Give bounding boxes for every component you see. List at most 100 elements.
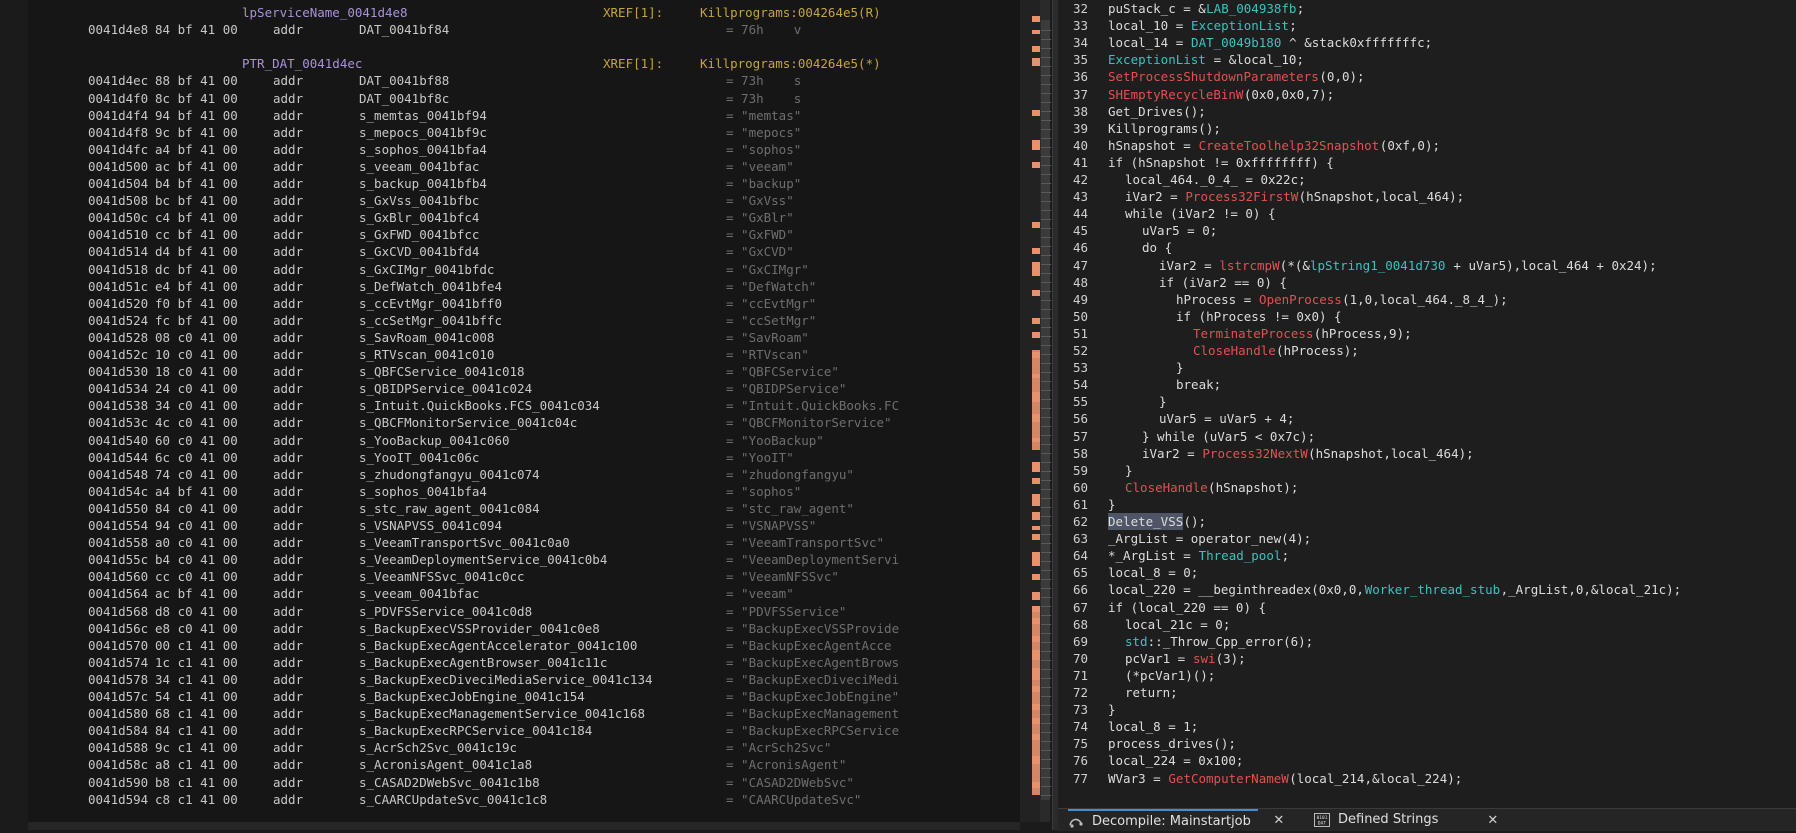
function-call[interactable]: Process32NextW <box>1202 445 1307 462</box>
symbol-ref[interactable]: std <box>1125 633 1148 650</box>
operand-cell[interactable]: s_BackupExecVSSProvider_0041c0e8 <box>359 620 600 637</box>
code-line[interactable]: 36 SetProcessShutdownParameters (0,0); <box>1058 68 1796 85</box>
code-line[interactable]: 40 hSnapshot = CreateToolhelp32Snapshot (0… <box>1058 137 1796 154</box>
code-line[interactable]: 72 return; <box>1058 684 1796 701</box>
operand-cell[interactable]: s_BackupExecManagementService_0041c168 <box>359 705 645 722</box>
operand-cell[interactable]: s_BackupExecDiveciMediaService_0041c134 <box>359 671 653 688</box>
operand-cell[interactable]: s_stc_raw_agent_0041c084 <box>359 500 540 517</box>
symbol-ref[interactable]: Worker_thread_stub <box>1365 581 1500 598</box>
listing-horizontal-scrollbar[interactable] <box>28 822 1020 830</box>
code-line[interactable]: 61} <box>1058 496 1796 513</box>
code-line[interactable]: 57} while (uVar5 < 0x7c); <box>1058 428 1796 445</box>
operand-cell[interactable]: s_sophos_0041bfa4 <box>359 141 487 158</box>
operand-cell[interactable]: s_backup_0041bfb4 <box>359 175 487 192</box>
code-line[interactable]: 54 break; <box>1058 376 1796 393</box>
code-line[interactable]: 32 puStack_c = & LAB_004938fb; <box>1058 0 1796 17</box>
operand-cell[interactable]: s_ccEvtMgr_0041bff0 <box>359 295 502 312</box>
code-line[interactable]: 51 TerminateProcess (hProcess,9); <box>1058 325 1796 342</box>
operand-cell[interactable]: s_GxCIMgr_0041bfdc <box>359 261 494 278</box>
operand-cell[interactable]: s_CASAD2DWebSvc_0041c1b8 <box>359 774 540 791</box>
operand-cell[interactable]: s_YooIT_0041c06c <box>359 449 479 466</box>
operand-cell[interactable]: s_BackupExecRPCService_0041c184 <box>359 722 592 739</box>
function-call[interactable]: GetComputerNameW <box>1168 770 1288 787</box>
code-line[interactable]: 64 *_ArgList = Thread_pool; <box>1058 547 1796 564</box>
code-line[interactable]: 39 Killprograms(); <box>1058 120 1796 137</box>
xref-target[interactable]: Killprograms:004264e5(R) <box>700 4 881 21</box>
function-call[interactable]: TerminateProcess <box>1193 325 1313 342</box>
symbol-ref[interactable]: ExceptionList <box>1191 17 1289 34</box>
operand-cell[interactable]: s_Intuit.QuickBooks.FCS_0041c034 <box>359 397 600 414</box>
code-line[interactable]: 69 std::_Throw_Cpp_error(6); <box>1058 633 1796 650</box>
listing-view[interactable]: lpServiceName_0041d4e8 XREF[1]: Killprogra… <box>28 0 1020 822</box>
code-line[interactable]: 68 local_21c = 0; <box>1058 616 1796 633</box>
xref-label[interactable]: XREF[1]: <box>603 55 663 72</box>
symbol-ref[interactable]: LAB_004938fb <box>1206 0 1296 17</box>
code-line[interactable]: 44 while (iVar2 != 0) { <box>1058 205 1796 222</box>
code-line[interactable]: 46 do { <box>1058 239 1796 256</box>
code-line[interactable]: 48 if (iVar2 == 0) { <box>1058 274 1796 291</box>
code-line[interactable]: 53} <box>1058 359 1796 376</box>
operand-cell[interactable]: s_QBIDPService_0041c024 <box>359 380 532 397</box>
decompile-view[interactable]: 32 puStack_c = & LAB_004938fb; 33 local_10 =… <box>1058 0 1796 830</box>
code-line[interactable]: 60 CloseHandle (hSnapshot); <box>1058 479 1796 496</box>
label-name[interactable]: lpServiceName_0041d4e8 <box>242 4 408 21</box>
operand-cell[interactable]: s_mepocs_0041bf9c <box>359 124 487 141</box>
code-line[interactable]: 33 local_10 = ExceptionList; <box>1058 17 1796 34</box>
operand-cell[interactable]: s_AcronisAgent_0041c1a8 <box>359 756 532 773</box>
operand-cell[interactable]: DAT_0041bf88 <box>359 72 449 89</box>
code-line[interactable]: 58 iVar2 = Process32NextW (hSnapshot,local… <box>1058 445 1796 462</box>
operand-cell[interactable]: s_QBFCService_0041c018 <box>359 363 525 380</box>
code-line[interactable]: 59} <box>1058 462 1796 479</box>
code-line[interactable]: 42 local_464._0_4_ = 0x22c; <box>1058 171 1796 188</box>
operand-cell[interactable]: s_BackupExecAgentAccelerator_0041c100 <box>359 637 637 654</box>
function-call[interactable]: CloseHandle <box>1125 479 1208 496</box>
code-line[interactable]: 37 SHEmptyRecycleBinW (0x0,0x0,7); <box>1058 86 1796 103</box>
operand-cell[interactable]: s_veeam_0041bfac <box>359 585 479 602</box>
operand-cell[interactable]: s_ccSetMgr_0041bffc <box>359 312 502 329</box>
code-line[interactable]: 62 Delete_VSS (); <box>1058 513 1796 530</box>
symbol-ref[interactable]: DAT_0049b180 <box>1191 34 1281 51</box>
code-line[interactable]: 70 pcVar1 = swi (3); <box>1058 650 1796 667</box>
function-call[interactable]: Process32FirstW <box>1185 188 1298 205</box>
operand-cell[interactable]: s_RTVscan_0041c010 <box>359 346 494 363</box>
operand-cell[interactable]: s_AcrSch2Svc_0041c19c <box>359 739 517 756</box>
code-line[interactable]: 74 local_8 = 1; <box>1058 718 1796 735</box>
operand-cell[interactable]: s_memtas_0041bf94 <box>359 107 487 124</box>
tab-decompile[interactable]: Decompile: Mainstartjob <box>1068 809 1258 833</box>
operand-cell[interactable]: s_CAARCUpdateSvc_0041c1c8 <box>359 791 547 808</box>
operand-cell[interactable]: s_QBCFMonitorService_0041c04c <box>359 414 577 431</box>
operand-cell[interactable]: s_GxBlr_0041bfc4 <box>359 209 479 226</box>
function-call[interactable]: SHEmptyRecycleBinW <box>1108 86 1243 103</box>
function-call[interactable]: OpenProcess <box>1259 291 1342 308</box>
operand-cell[interactable]: DAT_0041bf84 <box>359 21 449 38</box>
code-line[interactable]: 38 Get_Drives(); <box>1058 103 1796 120</box>
code-line[interactable]: 49 hProcess = OpenProcess (1,0,local_464._… <box>1058 291 1796 308</box>
listing-scroll-thumb[interactable] <box>1041 20 1050 800</box>
xref-target[interactable]: Killprograms:004264e5(*) <box>700 55 881 72</box>
code-line[interactable]: 35 ExceptionList = &local_10; <box>1058 51 1796 68</box>
symbol-ref[interactable]: ExceptionList <box>1108 51 1206 68</box>
function-call[interactable]: CloseHandle <box>1193 342 1276 359</box>
code-line[interactable]: 41 if (hSnapshot != 0xffffffff) { <box>1058 154 1796 171</box>
code-line[interactable]: 50 if (hProcess != 0x0) { <box>1058 308 1796 325</box>
code-line[interactable]: 43 iVar2 = Process32FirstW (hSnapshot,loca… <box>1058 188 1796 205</box>
operand-cell[interactable]: s_sophos_0041bfa4 <box>359 483 487 500</box>
operand-cell[interactable]: s_VeeamDeploymentService_0041c0b4 <box>359 551 607 568</box>
function-call[interactable]: SetProcessShutdownParameters <box>1108 68 1319 85</box>
code-line[interactable]: 45 uVar5 = 0; <box>1058 222 1796 239</box>
operand-cell[interactable]: s_BackupExecJobEngine_0041c154 <box>359 688 585 705</box>
close-icon[interactable]: ✕ <box>1274 809 1284 828</box>
code-line[interactable]: 77 WVar3 = GetComputerNameW (local_214,&lo… <box>1058 770 1796 787</box>
symbol-ref[interactable]: Thread_pool <box>1199 547 1282 564</box>
code-line[interactable]: 73} <box>1058 701 1796 718</box>
operand-cell[interactable]: DAT_0041bf8c <box>359 90 449 107</box>
code-line[interactable]: 55} <box>1058 393 1796 410</box>
close-icon[interactable]: ✕ <box>1488 809 1498 828</box>
code-line[interactable]: 56 uVar5 = uVar5 + 4; <box>1058 410 1796 427</box>
label-name[interactable]: PTR_DAT_0041d4ec <box>242 55 362 72</box>
function-call[interactable]: swi <box>1193 650 1216 667</box>
code-line[interactable]: 66 local_220 = __beginthreadex(0x0,0, Work… <box>1058 581 1796 598</box>
operand-cell[interactable]: s_BackupExecAgentBrowser_0041c11c <box>359 654 607 671</box>
tab-defined-strings[interactable]: 0101 DAT Defined Strings <box>1314 809 1484 831</box>
code-line[interactable]: 65 local_8 = 0; <box>1058 564 1796 581</box>
